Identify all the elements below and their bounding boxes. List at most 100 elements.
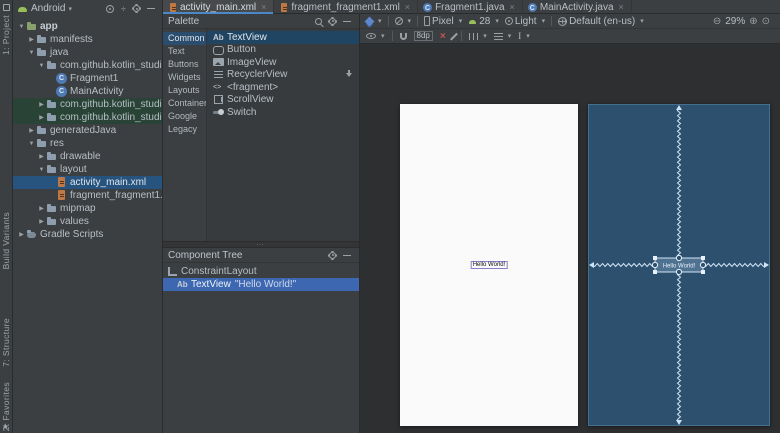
palette-category[interactable]: Layouts bbox=[163, 84, 206, 97]
editor-tab[interactable]: MainActivity.java bbox=[523, 0, 632, 14]
tree-row[interactable]: Fragment1 bbox=[13, 72, 162, 85]
palette-item[interactable]: Switch bbox=[207, 106, 359, 119]
palette-item[interactable]: <fragment> bbox=[207, 81, 359, 94]
tree-row[interactable]: ▶ com.github.kotlin_studio.main_ac bbox=[13, 111, 162, 124]
orientation-selector[interactable] bbox=[394, 17, 412, 25]
clear-constraints-icon[interactable] bbox=[440, 31, 446, 42]
palette-category[interactable]: Common bbox=[163, 32, 206, 45]
tree-row[interactable]: fragment_fragment1.xml bbox=[13, 189, 162, 202]
phone-icon bbox=[424, 16, 431, 26]
surface-mode-selector[interactable] bbox=[364, 16, 382, 26]
tree-row[interactable]: ▶ com.github.kotlin_studio.main_ac bbox=[13, 98, 162, 111]
svg-text:Hello World!: Hello World! bbox=[663, 264, 696, 270]
tree-chevron-icon[interactable]: ▶ bbox=[17, 231, 26, 238]
infer-constraints-icon[interactable] bbox=[449, 32, 458, 40]
tree-row[interactable]: ▼ com.github.kotlin_studio.main_ac bbox=[13, 59, 162, 72]
component-tree-row[interactable]: ConstraintLayout bbox=[163, 265, 359, 278]
tree-chevron-icon[interactable]: ▶ bbox=[27, 127, 36, 134]
palette-categories: Common Text Buttons Widgets Layouts Cont… bbox=[163, 29, 207, 241]
tree-row[interactable]: ▶ manifests bbox=[13, 33, 162, 46]
zoom-fit-icon[interactable] bbox=[762, 16, 770, 27]
palette-item[interactable]: ImageView bbox=[207, 56, 359, 69]
xml-file-icon bbox=[56, 190, 67, 201]
palette-category[interactable]: Buttons bbox=[163, 58, 206, 71]
project-tool-icon[interactable] bbox=[3, 4, 10, 11]
favorites-star-icon[interactable]: ★ bbox=[2, 422, 9, 431]
gear-icon[interactable] bbox=[329, 17, 336, 25]
tree-row[interactable]: ▼ app bbox=[13, 20, 162, 33]
folder-gen-icon bbox=[36, 125, 47, 136]
panel-splitter[interactable]: ⋯ bbox=[163, 241, 359, 249]
palette-category[interactable]: Legacy bbox=[163, 123, 206, 136]
tree-chevron-icon[interactable]: ▶ bbox=[37, 153, 46, 160]
tree-chevron-icon[interactable]: ▶ bbox=[37, 101, 46, 108]
close-icon[interactable] bbox=[617, 2, 624, 13]
minimize-icon[interactable] bbox=[343, 254, 351, 256]
device-selector[interactable]: Pixel bbox=[424, 16, 462, 27]
palette-item[interactable]: ScrollView bbox=[207, 94, 359, 107]
collapse-all-icon[interactable]: ÷ bbox=[121, 4, 126, 14]
palette-item[interactable]: RecyclerView bbox=[207, 69, 359, 82]
zoom-out-icon[interactable] bbox=[713, 16, 721, 27]
design-canvas[interactable]: Hello World! Hello World! bbox=[360, 44, 780, 433]
palette-item[interactable]: TextView bbox=[207, 31, 359, 44]
tree-row[interactable]: ▼ res bbox=[13, 137, 162, 150]
default-margin-selector[interactable]: 8dp bbox=[413, 31, 433, 41]
rail-tab-build-variants[interactable]: Build Variants bbox=[1, 212, 11, 269]
tree-row[interactable]: ▶ drawable bbox=[13, 150, 162, 163]
autoconnect-magnet-icon[interactable] bbox=[399, 32, 407, 40]
minimize-icon[interactable] bbox=[343, 20, 351, 22]
tree-chevron-icon[interactable]: ▶ bbox=[37, 218, 46, 225]
tree-chevron-icon[interactable]: ▶ bbox=[27, 36, 36, 43]
close-icon[interactable] bbox=[508, 2, 515, 13]
rail-tab-structure[interactable]: 7: Structure bbox=[1, 318, 11, 367]
palette-category[interactable]: Google bbox=[163, 110, 206, 123]
editor-tab[interactable]: activity_main.xml bbox=[163, 0, 275, 14]
palette-item[interactable]: Button bbox=[207, 44, 359, 57]
design-surface[interactable]: Hello World! bbox=[400, 104, 578, 426]
tree-row[interactable]: ▶ Gradle Scripts bbox=[13, 228, 162, 241]
search-icon[interactable] bbox=[315, 17, 322, 25]
tree-chevron-icon[interactable]: ▶ bbox=[37, 205, 46, 212]
tree-row[interactable]: ▶ generatedJava bbox=[13, 124, 162, 137]
gear-icon[interactable] bbox=[329, 251, 336, 259]
hide-panel-icon[interactable] bbox=[147, 8, 155, 9]
locale-selector[interactable]: Default (en-us) bbox=[558, 16, 644, 27]
gear-icon[interactable] bbox=[133, 5, 140, 12]
tree-chevron-icon[interactable]: ▼ bbox=[27, 141, 36, 147]
align-menu-button[interactable] bbox=[469, 32, 487, 40]
tree-chevron-icon[interactable]: ▼ bbox=[17, 24, 26, 30]
zoom-in-icon[interactable] bbox=[749, 16, 757, 27]
tree-row[interactable]: ▶ mipmap bbox=[13, 202, 162, 215]
download-icon[interactable] bbox=[345, 70, 353, 79]
api-selector[interactable]: 28 bbox=[468, 16, 499, 27]
tree-row[interactable]: ▼ layout bbox=[13, 163, 162, 176]
tree-chevron-icon[interactable]: ▼ bbox=[27, 50, 36, 56]
locate-file-icon[interactable] bbox=[106, 4, 115, 13]
close-icon[interactable] bbox=[259, 2, 266, 13]
tree-chevron-icon[interactable]: ▼ bbox=[37, 167, 46, 173]
guidelines-menu-button[interactable]: I bbox=[518, 31, 530, 41]
tree-chevron-icon[interactable]: ▼ bbox=[37, 63, 46, 69]
palette-category[interactable]: Widgets bbox=[163, 71, 206, 84]
component-tree-row[interactable]: TextView "Hello World!" bbox=[163, 278, 359, 291]
tree-row[interactable]: ▼ java bbox=[13, 46, 162, 59]
palette-category[interactable]: Text bbox=[163, 45, 206, 58]
rail-tab-project[interactable]: 1: Project bbox=[1, 15, 11, 55]
pack-menu-button[interactable] bbox=[493, 32, 512, 40]
android-logo-icon bbox=[17, 5, 28, 13]
tree-row[interactable]: MainActivity bbox=[13, 85, 162, 98]
project-view-selector[interactable]: Android bbox=[31, 3, 72, 14]
view-options-button[interactable] bbox=[366, 32, 385, 40]
editor-tab-bar: activity_main.xml fragment_fragment1.xml… bbox=[163, 0, 780, 14]
theme-selector[interactable]: Light bbox=[504, 16, 545, 27]
tree-row[interactable]: activity_main.xml bbox=[13, 176, 162, 189]
close-icon[interactable] bbox=[403, 2, 410, 13]
blueprint-surface[interactable]: Hello World! bbox=[588, 104, 770, 426]
editor-tab[interactable]: Fragment1.java bbox=[418, 0, 523, 14]
palette-category[interactable]: Containers bbox=[163, 97, 206, 110]
tree-chevron-icon[interactable]: ▶ bbox=[37, 114, 46, 121]
hello-world-textview[interactable]: Hello World! bbox=[470, 261, 508, 269]
editor-tab[interactable]: fragment_fragment1.xml bbox=[274, 0, 419, 14]
tree-row[interactable]: ▶ values bbox=[13, 215, 162, 228]
